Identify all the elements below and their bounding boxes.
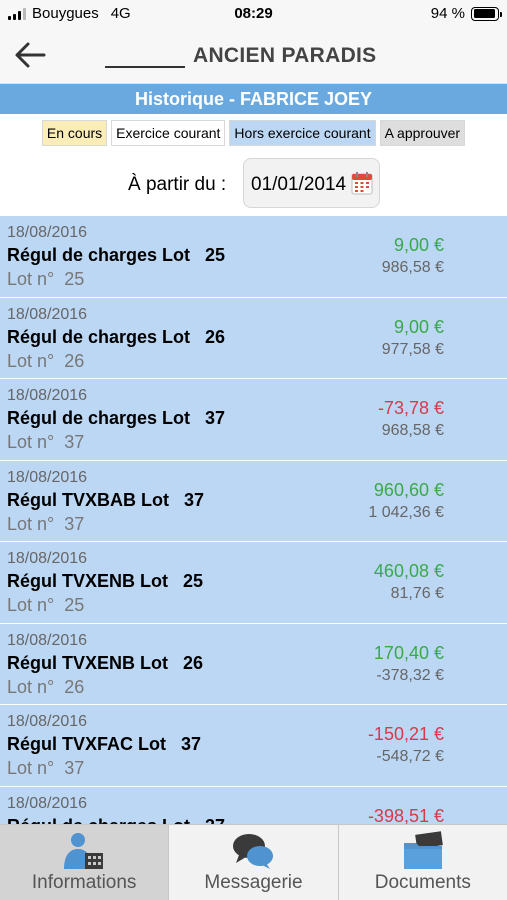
- item-date: 18/08/2016: [7, 305, 88, 323]
- tab-bar: Informations Messagerie Documents: [0, 824, 507, 900]
- item-amount: 9,00 €: [393, 235, 444, 255]
- item-lot: Lot n° 37: [7, 758, 85, 778]
- item-date: 18/08/2016: [7, 713, 88, 730]
- tab-label: Messagerie: [204, 872, 303, 893]
- history-banner: Historique - FABRICE JOEY: [0, 84, 507, 114]
- tab-documents[interactable]: Documents: [339, 825, 507, 900]
- item-title: Régul de charges Lot 37: [7, 408, 226, 428]
- item-title: Régul TVXENB Lot 25: [7, 571, 204, 591]
- item-balance: 81,76 €: [390, 585, 444, 602]
- list-item[interactable]: 18/08/2016 Régul de charges Lot 25 Lot n…: [0, 216, 507, 298]
- list-item[interactable]: 18/08/2016 Régul TVXFAC Lot 37 Lot n° 37…: [0, 705, 507, 787]
- item-title: Régul de charges Lot 37: [7, 816, 225, 825]
- item-title: Régul de charges Lot 25: [7, 245, 226, 265]
- legend-hors-exercice: Hors exercice courant: [229, 120, 376, 146]
- item-title: Régul TVXENB Lot 26: [7, 652, 204, 673]
- tab-informations[interactable]: Informations: [0, 825, 170, 900]
- item-amount: -73,78 €: [377, 398, 444, 418]
- item-date: 18/08/2016: [7, 224, 88, 241]
- item-lot: Lot n° 26: [7, 676, 85, 697]
- item-date: 18/08/2016: [7, 550, 88, 567]
- item-amount: 960,60 €: [373, 479, 444, 500]
- tab-label: Informations: [31, 872, 137, 893]
- date-filter-label: À partir du :: [128, 174, 227, 195]
- item-title: Régul TVXBAB Lot 37: [7, 489, 205, 510]
- item-lot: Lot n° 37: [7, 432, 85, 452]
- item-balance: 977,58 €: [381, 340, 444, 358]
- legend-a-approuver: A approuver: [379, 120, 466, 146]
- title-underline-placeholder: [105, 46, 185, 68]
- item-balance: -378,32 €: [376, 666, 444, 684]
- item-balance: 1 042,36 €: [368, 503, 444, 521]
- calendar-icon: [351, 172, 373, 195]
- item-balance: 968,58 €: [381, 422, 444, 439]
- item-amount: 170,40 €: [373, 642, 444, 663]
- person-building-icon: [64, 833, 104, 869]
- item-date: 18/08/2016: [7, 468, 88, 486]
- list-item[interactable]: 18/08/2016 Régul de charges Lot 37 -398,…: [0, 786, 507, 825]
- battery-icon: [471, 6, 502, 21]
- tab-messagerie[interactable]: Messagerie: [169, 825, 339, 900]
- item-balance: -548,72 €: [376, 748, 444, 765]
- item-balance: 986,58 €: [381, 259, 444, 276]
- list-item[interactable]: 18/08/2016 Régul TVXBAB Lot 37 Lot n° 37…: [0, 460, 507, 542]
- transaction-list[interactable]: 18/08/2016 Régul de charges Lot 25 Lot n…: [0, 216, 507, 824]
- item-lot: Lot n° 37: [7, 513, 85, 534]
- item-amount: -150,21 €: [367, 724, 444, 744]
- battery-percent: 94 %: [430, 5, 465, 22]
- status-right: 94 %: [430, 5, 502, 22]
- list-item[interactable]: 18/08/2016 Régul TVXENB Lot 25 Lot n° 25…: [0, 542, 507, 624]
- item-title: Régul TVXFAC Lot 37: [7, 734, 202, 754]
- chat-bubbles-icon: [233, 834, 274, 869]
- list-item[interactable]: 18/08/2016 Régul de charges Lot 37 Lot n…: [0, 379, 507, 461]
- status-bar: Bouygues 4G 08:29 94 %: [0, 0, 507, 28]
- back-button[interactable]: [10, 38, 50, 72]
- date-picker-value: 01/01/2014: [251, 174, 347, 195]
- title-text: ANCIEN PARADIS: [193, 44, 377, 67]
- item-amount: 460,08 €: [373, 561, 444, 581]
- folder-icon: [403, 831, 443, 869]
- legend-exercice-courant: Exercice courant: [111, 120, 226, 146]
- arrow-left-icon: [15, 42, 46, 68]
- item-amount: -398,51 €: [367, 805, 444, 825]
- list-item[interactable]: 18/08/2016 Régul TVXENB Lot 26 Lot n° 26…: [0, 623, 507, 705]
- item-date: 18/08/2016: [7, 631, 88, 649]
- item-lot: Lot n° 25: [7, 269, 85, 289]
- status-legend: En cours Exercice courant Hors exercice …: [0, 120, 507, 146]
- nav-header: ANCIEN PARADIS: [0, 28, 507, 84]
- page-title: ANCIEN PARADIS: [105, 44, 377, 68]
- legend-en-cours: En cours: [41, 120, 108, 146]
- item-date: 18/08/2016: [7, 794, 88, 812]
- item-date: 18/08/2016: [7, 387, 88, 404]
- item-lot: Lot n° 26: [7, 350, 85, 371]
- item-lot: Lot n° 25: [7, 595, 85, 615]
- list-item[interactable]: 18/08/2016 Régul de charges Lot 26 Lot n…: [0, 297, 507, 379]
- item-title: Régul de charges Lot 26: [7, 326, 226, 347]
- date-picker[interactable]: 01/01/2014: [243, 158, 380, 208]
- date-filter: À partir du : 01/01/2014: [0, 158, 507, 210]
- tab-label: Documents: [374, 872, 471, 893]
- item-amount: 9,00 €: [393, 316, 444, 337]
